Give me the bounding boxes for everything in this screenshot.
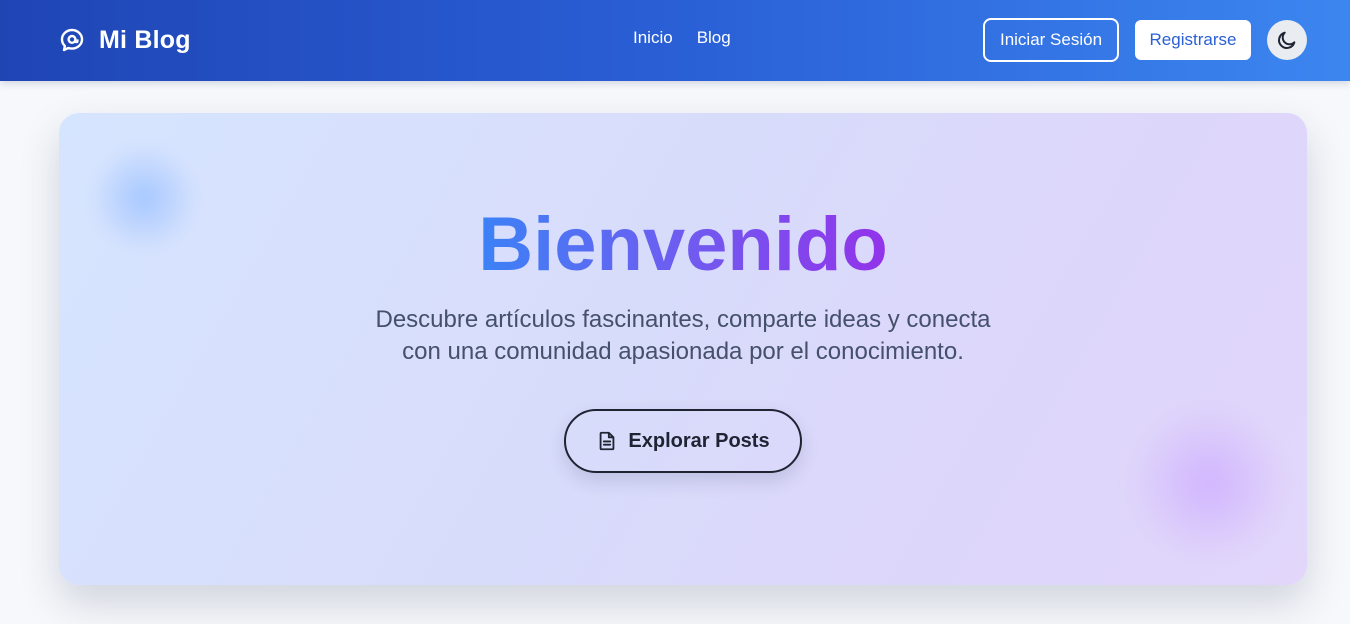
navbar: Mi Blog Inicio Blog Iniciar Sesión Regis… bbox=[0, 0, 1350, 81]
hero-subtitle-line-2: con una comunidad apasionada por el cono… bbox=[402, 338, 964, 365]
login-button[interactable]: Iniciar Sesión bbox=[983, 18, 1119, 62]
moon-icon bbox=[1276, 29, 1298, 51]
nav-links: Inicio Blog bbox=[633, 28, 731, 48]
hero-title: Bienvenido bbox=[59, 205, 1307, 285]
brand-title: Mi Blog bbox=[99, 25, 191, 54]
chat-bubble-icon bbox=[59, 27, 85, 53]
explore-posts-button[interactable]: Explorar Posts bbox=[564, 409, 802, 473]
hero-section: Bienvenido Descubre artículos fascinante… bbox=[59, 113, 1307, 585]
explore-posts-label: Explorar Posts bbox=[628, 429, 770, 452]
hero-subtitle-line-1: Descubre artículos fascinantes, comparte… bbox=[375, 306, 991, 333]
register-button[interactable]: Registrarse bbox=[1135, 20, 1251, 60]
theme-toggle-button[interactable] bbox=[1267, 20, 1307, 60]
nav-link-inicio[interactable]: Inicio bbox=[633, 28, 673, 48]
hero-subtitle: Descubre artículos fascinantes, comparte… bbox=[333, 304, 1033, 368]
nav-link-blog[interactable]: Blog bbox=[697, 28, 731, 48]
document-icon bbox=[596, 430, 618, 452]
brand-link[interactable]: Mi Blog bbox=[59, 22, 191, 58]
hero-title-text: Bienvenido bbox=[478, 202, 888, 287]
decorative-blob bbox=[1129, 403, 1289, 563]
